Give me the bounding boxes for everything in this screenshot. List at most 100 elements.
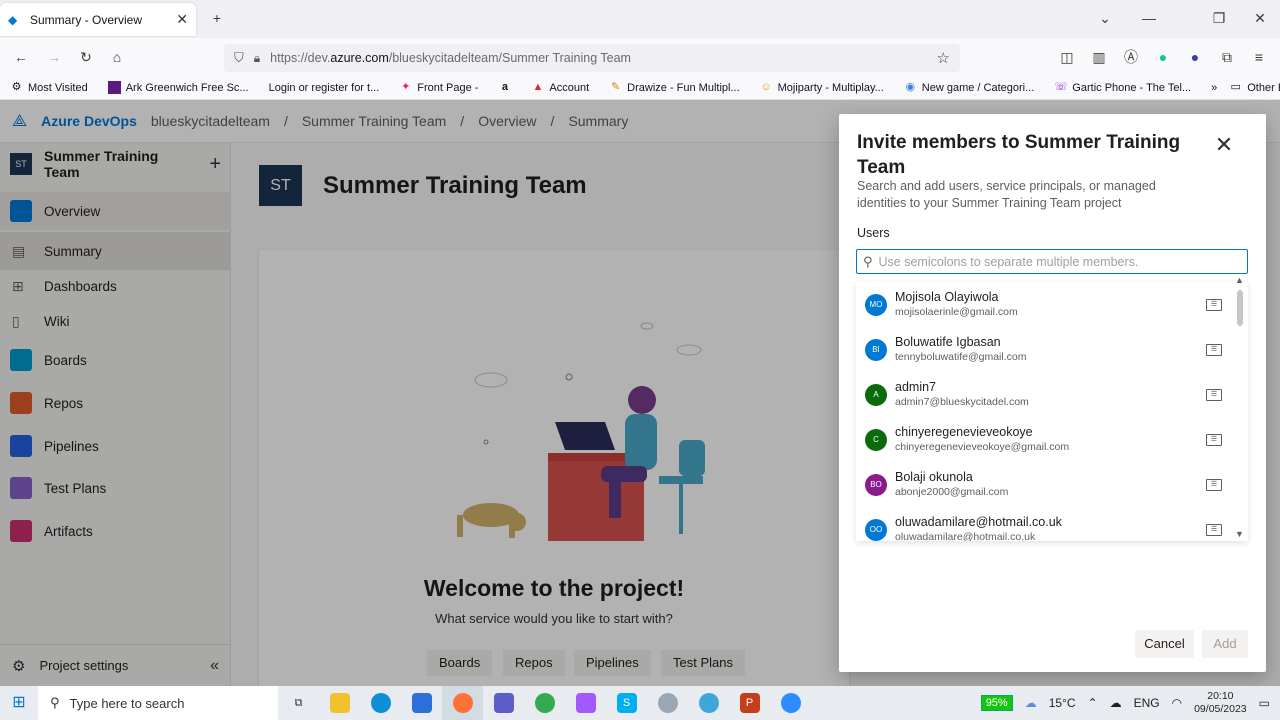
bookmark-item[interactable]: ✎ Drawize - Fun Multipl... [609,81,740,94]
bookmark-item[interactable]: ✦ Front Page - [399,81,478,94]
user-email: admin7@blueskycitadel.com [895,396,1029,408]
teams-icon[interactable] [483,686,524,720]
list-item[interactable]: MO Mojisola Olayiwola mojisolaerinle@gmai… [856,282,1236,327]
extensions-puzzle-icon[interactable]: ⧉ [1216,47,1238,67]
back-icon[interactable]: ← [10,47,32,67]
extension-icon[interactable]: ● [1184,47,1206,67]
bookmark-item[interactable]: a [498,81,511,94]
file-explorer-icon[interactable] [319,686,360,720]
list-item[interactable]: OO oluwadamilare@hotmail.co.uk oluwadamil… [856,507,1236,541]
list-item[interactable]: BO Bolaji okunola abonje2000@gmail.com ☰ [856,462,1236,507]
bookmark-item[interactable]: Ark Greenwich Free Sc... [107,81,249,94]
grammarly-icon[interactable]: ● [1152,47,1174,67]
user-name: oluwadamilare@hotmail.co.uk [895,515,1062,529]
zoom-icon[interactable] [770,686,811,720]
skype-icon[interactable]: S [606,686,647,720]
avatar: BI [865,338,887,361]
forward-icon[interactable]: → [43,47,65,67]
folder-icon: ▭ [1230,81,1241,93]
avatar: OO [865,518,887,541]
avatar: C [865,428,887,451]
bookmark-item[interactable]: Login or register for t... [269,82,380,94]
onedrive-icon[interactable]: ☁ [1110,696,1122,710]
home-icon[interactable]: ⌂ [106,47,128,67]
app-icon[interactable] [647,686,688,720]
contact-card-icon[interactable]: ☰ [1206,388,1222,401]
add-button[interactable]: Add [1202,630,1248,658]
bookmark-item[interactable]: ☏ Gartic Phone - The Tel... [1054,81,1191,94]
bookmark-favicon-icon: ☏ [1054,81,1069,93]
lock-icon[interactable]: 🔒︎ [254,51,260,66]
tab-title: Summary - Overview [30,12,143,27]
windows-start-icon[interactable]: ⊞ [0,686,38,720]
user-email: oluwadamilare@hotmail.co.uk [895,531,1036,541]
account-icon[interactable]: Ⓐ [1120,47,1142,67]
maximize-icon[interactable]: ❐ [1208,8,1230,28]
list-tabs-icon[interactable]: ⌄ [1094,8,1116,28]
menu-hamburger-icon[interactable]: ≡ [1248,47,1270,67]
scroll-down-icon[interactable]: ▼ [1235,529,1244,539]
user-name: Boluwatife Igbasan [895,335,1001,349]
bookmark-star-icon[interactable]: ☆ [937,49,950,67]
contact-card-icon[interactable]: ☰ [1206,298,1222,311]
cancel-button[interactable]: Cancel [1135,630,1194,658]
dialog-title: Invite members to Summer Training Team [857,132,1181,178]
edge-icon[interactable] [360,686,401,720]
clock[interactable]: 20:10 09/05/2023 [1194,690,1247,716]
list-item[interactable]: C chinyeregenevieveokoye chinyeregeneviev… [856,417,1236,462]
list-item[interactable]: A admin7 admin7@blueskycitadel.com ☰ [856,372,1236,417]
users-search-field[interactable]: ⚲ [856,249,1248,274]
close-window-icon[interactable]: ✕ [1249,8,1271,28]
minimize-icon[interactable]: — [1138,8,1160,28]
user-name: admin7 [895,380,936,394]
taskbar-search-placeholder: Type here to search [69,695,185,711]
chrome-icon[interactable] [524,686,565,720]
person-icon: ⚲ [863,253,873,269]
bookmark-favicon-icon [107,81,121,94]
firefox-icon[interactable] [442,686,483,720]
taskbar-search[interactable]: ⚲ Type here to search [38,686,278,720]
list-scrollbar[interactable]: ▲ ▼ [1234,275,1246,541]
language-indicator[interactable]: ENG [1134,696,1160,710]
bookmark-item[interactable]: ☺ Mojiparty - Multiplay... [760,81,884,94]
bookmark-item[interactable]: ◉ New game / Categori... [904,81,1034,94]
store-icon[interactable] [401,686,442,720]
list-item[interactable]: BI Boluwatife Igbasan tennyboluwatife@gma… [856,327,1236,372]
browser-tab[interactable]: ◆ Summary - Overview ✕ [0,3,196,36]
figma-icon[interactable] [565,686,606,720]
powerpoint-icon[interactable]: P [729,686,770,720]
bookmark-item[interactable]: ▲ Account [531,81,589,94]
weather-icon[interactable]: ☁ [1025,696,1037,710]
user-email: mojisolaerinle@gmail.com [895,306,1018,318]
pocket-icon[interactable]: ◫ [1056,47,1078,67]
url-text[interactable]: https://dev.azure.com/blueskycitadelteam… [270,51,631,65]
shield-icon[interactable]: ⛉ [234,50,244,66]
user-email: tennyboluwatife@gmail.com [895,351,1027,363]
bookmarks-bar: ⚙ Most Visited Ark Greenwich Free Sc... L… [0,76,1280,100]
app-icon[interactable] [688,686,729,720]
contact-card-icon[interactable]: ☰ [1206,523,1222,536]
url-bar[interactable]: ⛉ 🔒︎ https://dev.azure.com/blueskycitade… [224,44,960,72]
close-tab-icon[interactable]: ✕ [176,11,188,28]
users-search-input[interactable] [878,254,1247,269]
reload-icon[interactable]: ↻ [75,47,97,67]
task-view-icon[interactable]: ⧉ [278,686,319,720]
scroll-up-icon[interactable]: ▲ [1235,275,1244,285]
wifi-icon[interactable]: ◠ [1172,696,1182,710]
battery-indicator[interactable]: 95% [980,695,1013,711]
bookmark-item[interactable]: ⚙ Most Visited [10,81,88,94]
scrollbar-thumb[interactable] [1237,290,1243,326]
show-hidden-icons-icon[interactable]: ⌃ [1088,696,1098,710]
close-icon[interactable]: ✕ [1213,134,1235,156]
more-bookmarks-chevron-icon[interactable]: » [1211,82,1217,94]
contact-card-icon[interactable]: ☰ [1206,478,1222,491]
new-tab-icon[interactable]: + [206,8,228,28]
contact-card-icon[interactable]: ☰ [1206,343,1222,356]
other-bookmarks[interactable]: ▭Other Bookmarks [1229,81,1280,94]
notifications-icon[interactable]: ▭ [1259,696,1270,710]
reader-view-icon[interactable]: ▥ [1088,47,1110,67]
gear-icon: ⚙ [11,81,22,93]
user-name: Bolaji okunola [895,470,973,484]
temperature[interactable]: 15°C [1049,696,1076,710]
contact-card-icon[interactable]: ☰ [1206,433,1222,446]
